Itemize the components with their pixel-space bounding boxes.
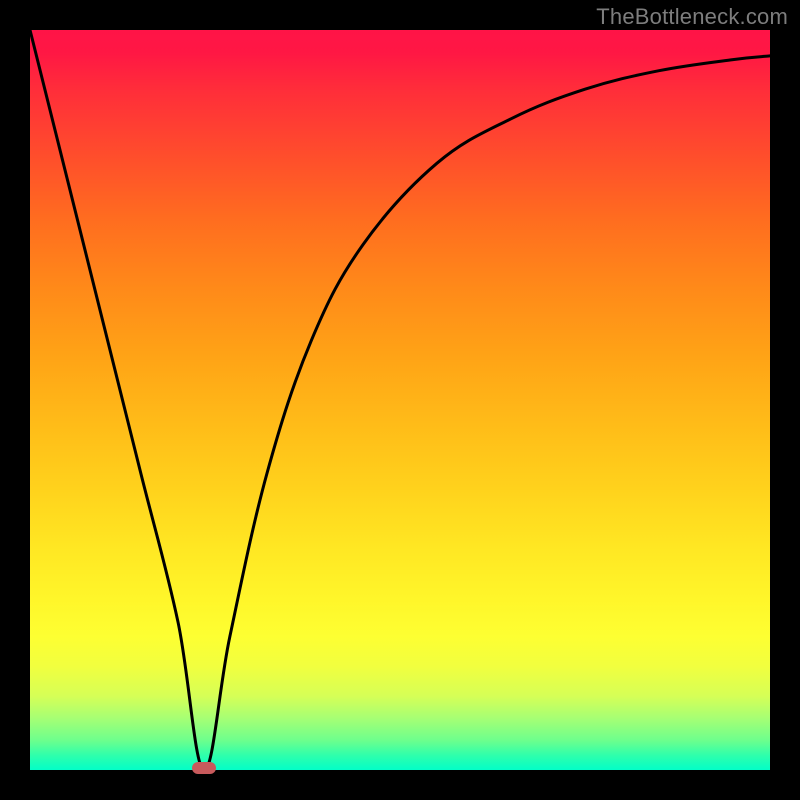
gradient-plot-area xyxy=(30,30,770,770)
optimal-point-marker xyxy=(192,762,216,774)
bottleneck-curve xyxy=(30,30,770,770)
watermark-text: TheBottleneck.com xyxy=(596,4,788,30)
chart-frame: TheBottleneck.com xyxy=(0,0,800,800)
